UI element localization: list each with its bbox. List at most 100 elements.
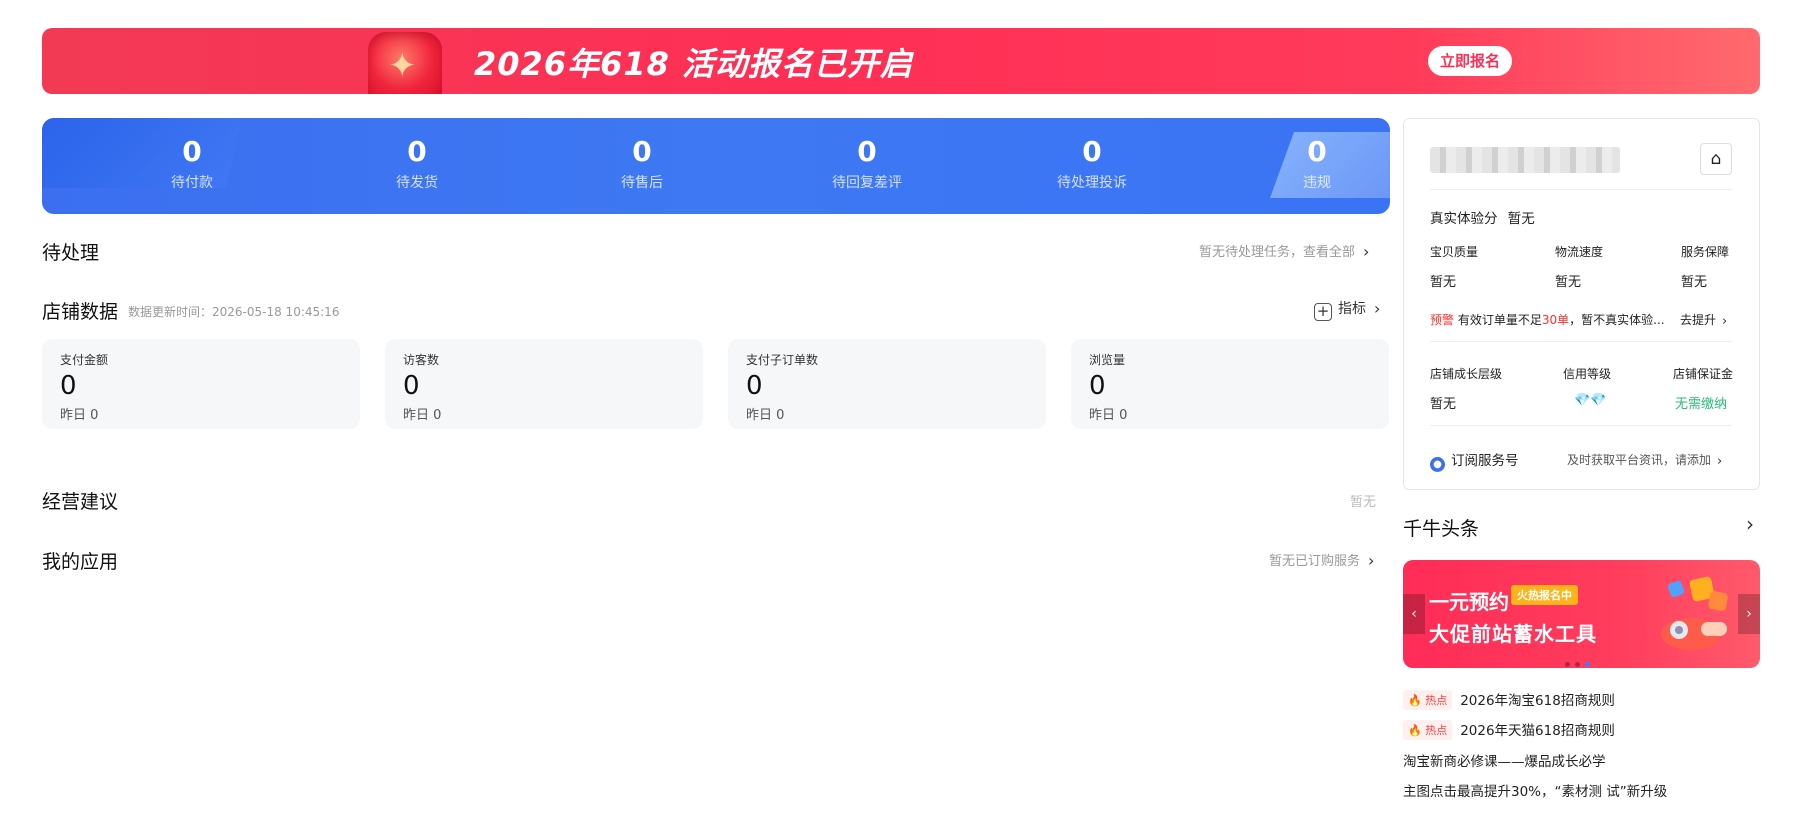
gift-icon: ✦ xyxy=(368,32,442,94)
subscribe-service[interactable]: ● 订阅服务号 xyxy=(1430,449,1519,472)
headlines-title: 千牛头条 xyxy=(1403,518,1480,540)
stat-pending-shipment[interactable]: 0 待发货 xyxy=(347,136,487,192)
carousel-next-button[interactable]: › xyxy=(1738,594,1760,634)
pending-link-text: 暂无待处理任务，查看全部 xyxy=(1199,245,1356,260)
metric-value: 暂无 xyxy=(1430,275,1457,290)
news-text: 主图点击最高提升30%，“素材测 试”新升级 xyxy=(1403,784,1668,800)
news-item[interactable]: 🔥 热点 2026年天猫618招商规则 xyxy=(1403,719,1615,740)
chevron-right-icon[interactable]: › xyxy=(1746,512,1754,536)
deposit-value: 无需缴纳 xyxy=(1675,397,1728,412)
order-stats: 0 待付款 0 待发货 0 待售后 0 待回复差评 0 待处理投诉 0 违规 xyxy=(42,118,1390,214)
home-icon[interactable]: ⌂ xyxy=(1700,143,1732,175)
carousel-prev-button[interactable]: ‹ xyxy=(1403,594,1425,634)
signup-button[interactable]: 立即报名 xyxy=(1428,46,1513,76)
news-item[interactable]: 🔥 热点 2026年淘宝618招商规则 xyxy=(1403,689,1615,710)
stat-complaints[interactable]: 0 待处理投诉 xyxy=(1022,136,1162,192)
apps-link[interactable]: 暂无已订购服务 › xyxy=(1269,550,1374,570)
pending-view-all-link[interactable]: 暂无待处理任务，查看全部 › xyxy=(1199,241,1369,261)
chevron-right-icon: › xyxy=(1363,242,1370,261)
experience-label: 真实体验分 xyxy=(1430,211,1498,227)
chevron-right-icon: › xyxy=(1722,314,1728,329)
stat-label: 待回复差评 xyxy=(832,175,902,191)
stat-negative-reviews[interactable]: 0 待回复差评 xyxy=(797,136,937,192)
news-text: 淘宝新商必修课——爆品成长必学 xyxy=(1403,754,1606,770)
stat-after-sales[interactable]: 0 待售后 xyxy=(572,136,712,192)
stat-value: 0 xyxy=(857,135,877,168)
card-yesterday: 昨日 0 xyxy=(746,408,785,423)
improve-link[interactable]: 去提升 › xyxy=(1680,311,1727,329)
hot-badge: 🔥 热点 xyxy=(1403,720,1453,740)
growth-label: 店铺成长层级 xyxy=(1430,367,1503,381)
stat-value: 0 xyxy=(1307,135,1327,168)
carousel-dots xyxy=(1565,652,1595,668)
carousel-tag: 火热报名中 xyxy=(1511,585,1578,605)
metrics-label: 指标 xyxy=(1338,301,1366,317)
divider xyxy=(1430,425,1732,426)
shop-profile-panel: ⌂ 真实体验分 暂无 宝贝质量 物流速度 服务保障 暂无 暂无 暂无 预警 有效… xyxy=(1403,118,1760,490)
carousel-line1: 一元预约 xyxy=(1429,590,1509,614)
advice-title: 经营建议 xyxy=(42,491,119,513)
stat-label: 待发货 xyxy=(396,175,438,191)
deposit-label: 店铺保证金 xyxy=(1673,367,1734,381)
improve-label: 去提升 xyxy=(1680,313,1717,327)
metrics-button[interactable]: + 指标 › xyxy=(1314,298,1380,321)
card-value: 0 xyxy=(403,371,420,401)
chevron-right-icon: › xyxy=(1368,551,1375,570)
data-card-pageviews[interactable]: 浏览量 0 昨日 0 xyxy=(1071,339,1389,429)
card-value: 0 xyxy=(746,371,763,401)
update-time: 数据更新时间：2026-05-18 10:45:16 xyxy=(128,305,340,319)
card-label: 支付金额 xyxy=(60,353,109,367)
shop-data-title: 店铺数据 xyxy=(42,301,119,323)
promo-illustration-icon xyxy=(1651,572,1741,660)
subscribe-label: 订阅服务号 xyxy=(1451,453,1519,469)
card-value: 0 xyxy=(60,371,77,401)
stat-label: 待售后 xyxy=(621,175,663,191)
subscribe-hint: 及时获取平台资讯，请添加 xyxy=(1567,453,1712,467)
warning-highlight: 30单 xyxy=(1541,313,1570,327)
divider xyxy=(1430,189,1732,190)
news-item[interactable]: 淘宝新商必修课——爆品成长必学 xyxy=(1403,750,1606,770)
pending-title: 待处理 xyxy=(42,242,100,264)
metric-value: 暂无 xyxy=(1681,275,1708,290)
promo-banner[interactable]: ✦ 2026年618 活动报名已开启 立即报名 xyxy=(42,28,1760,94)
warning-text: 预警 有效订单量不足30单，暂不真实体验... xyxy=(1430,311,1665,328)
carousel-dot[interactable] xyxy=(1565,662,1570,667)
divider xyxy=(1430,341,1732,342)
hot-label: 热点 xyxy=(1425,694,1448,707)
headlines-carousel[interactable]: 一元预约 火热报名中 大促前站蓄水工具 ‹ › xyxy=(1403,560,1760,668)
news-item[interactable]: 主图点击最高提升30%，“素材测 试”新升级 xyxy=(1403,780,1667,800)
chevron-right-icon: › xyxy=(1374,299,1381,318)
stat-value: 0 xyxy=(632,135,652,168)
news-text: 2026年淘宝618招商规则 xyxy=(1460,693,1615,709)
stat-pending-payment[interactable]: 0 待付款 xyxy=(122,136,262,192)
diamond-icon: 💎💎 xyxy=(1574,393,1607,408)
carousel-line2: 大促前站蓄水工具 xyxy=(1429,622,1597,646)
stat-value: 0 xyxy=(182,135,202,168)
card-label: 访客数 xyxy=(403,353,440,367)
experience-value: 暂无 xyxy=(1507,211,1535,227)
apps-title: 我的应用 xyxy=(42,551,119,573)
stat-violations[interactable]: 0 违规 xyxy=(1247,136,1387,192)
data-card-payment[interactable]: 支付金额 0 昨日 0 xyxy=(42,339,360,429)
hot-label: 热点 xyxy=(1425,724,1448,737)
card-value: 0 xyxy=(1089,371,1106,401)
credit-label: 信用等级 xyxy=(1563,367,1612,381)
metric-label: 服务保障 xyxy=(1681,245,1730,259)
data-card-visitors[interactable]: 访客数 0 昨日 0 xyxy=(385,339,703,429)
promo-title: 2026年618 活动报名已开启 xyxy=(474,45,914,83)
stat-label: 违规 xyxy=(1303,175,1331,191)
warning-post: ，暂不真实体验... xyxy=(1569,313,1665,327)
metric-value: 暂无 xyxy=(1555,275,1582,290)
shop-name-blurred xyxy=(1430,147,1620,173)
card-yesterday: 昨日 0 xyxy=(403,408,442,423)
carousel-dot[interactable] xyxy=(1575,662,1580,667)
subscribe-hint-link[interactable]: 及时获取平台资讯，请添加 › xyxy=(1567,451,1722,469)
metric-label: 宝贝质量 xyxy=(1430,245,1479,259)
experience-score[interactable]: 真实体验分 暂无 xyxy=(1430,207,1535,227)
stat-label: 待处理投诉 xyxy=(1057,175,1127,191)
data-card-orders[interactable]: 支付子订单数 0 昨日 0 xyxy=(728,339,1046,429)
hot-badge: 🔥 热点 xyxy=(1403,690,1453,710)
growth-value: 暂无 xyxy=(1430,397,1457,412)
carousel-dot-active[interactable] xyxy=(1585,662,1590,667)
warning-tag: 预警 xyxy=(1430,313,1455,327)
